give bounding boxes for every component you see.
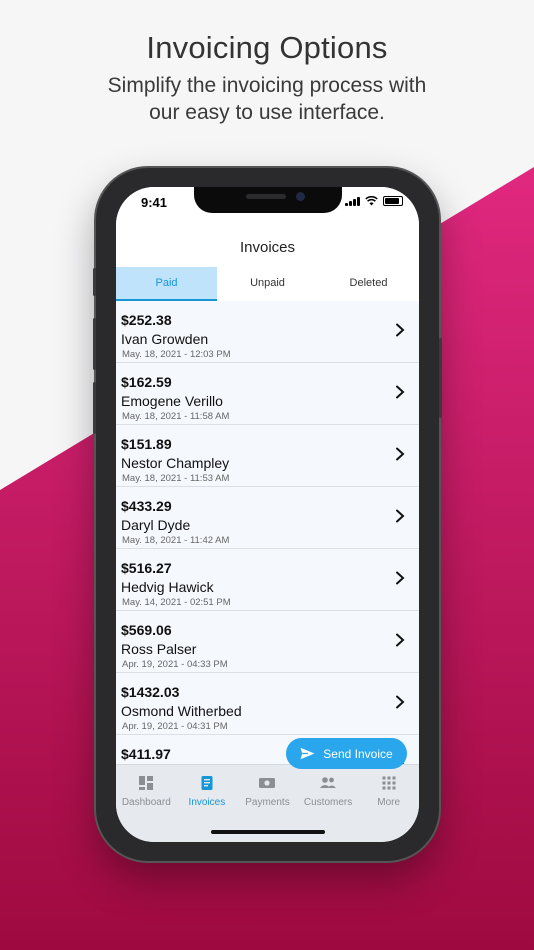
customer-name: Ivan Growden — [121, 331, 209, 347]
invoice-list: $252.38 Ivan Growden May. 18, 2021 - 12:… — [116, 301, 419, 797]
invoice-amount: $1432.03 — [121, 684, 180, 700]
tab-more[interactable]: More — [358, 765, 419, 842]
chevron-right-icon — [396, 695, 405, 709]
chevron-right-icon — [396, 571, 405, 585]
invoice-date: May. 18, 2021 - 11:53 AM — [122, 473, 230, 484]
speaker — [246, 194, 286, 199]
phone-screen: 9:41 Invoices Paid Unpaid Deleted $252.3… — [116, 187, 419, 842]
invoice-date: Apr. 19, 2021 - 04:33 PM — [122, 659, 228, 670]
front-camera — [296, 192, 305, 201]
tab-label: Dashboard — [121, 797, 171, 808]
chevron-right-icon — [396, 509, 405, 523]
invoice-icon — [201, 776, 213, 790]
payments-icon — [259, 778, 276, 788]
phone-frame: 9:41 Invoices Paid Unpaid Deleted $252.3… — [93, 168, 442, 861]
status-time: 9:41 — [141, 195, 168, 210]
invoice-status-tabs: Paid Unpaid Deleted — [116, 267, 419, 301]
wifi-icon — [365, 196, 378, 206]
send-invoice-label: Send Invoice — [323, 746, 393, 761]
customer-name: Osmond Witherbed — [121, 703, 242, 719]
tab-label: More — [377, 797, 401, 808]
chevron-right-icon — [396, 323, 405, 337]
invoice-row[interactable]: $151.89 Nestor Champley May. 18, 2021 - … — [116, 425, 419, 487]
invoice-amount: $433.29 — [121, 498, 172, 514]
invoice-row[interactable]: $569.06 Ross Palser Apr. 19, 2021 - 04:3… — [116, 611, 419, 673]
invoice-date: May. 14, 2021 - 02:51 PM — [122, 597, 231, 608]
customer-name: Emogene Verillo — [121, 393, 223, 409]
tab-unpaid[interactable]: Unpaid — [217, 267, 318, 301]
bottom-tab-bar: Dashboard Invoices Payments Customers Mo… — [116, 764, 419, 842]
invoice-amount: $252.38 — [121, 312, 172, 328]
subheadline-line-2: our easy to use interface. — [149, 101, 385, 124]
customer-name: Ross Palser — [121, 641, 197, 657]
phone-power-button — [439, 338, 442, 418]
nav-bar: Invoices — [116, 217, 419, 267]
tab-paid[interactable]: Paid — [116, 267, 217, 301]
invoice-amount: $162.59 — [121, 374, 172, 390]
chevron-right-icon — [396, 385, 405, 399]
chevron-right-icon — [396, 447, 405, 461]
invoice-date: May. 18, 2021 - 12:03 PM — [122, 349, 231, 360]
invoice-date: May. 18, 2021 - 11:42 AM — [122, 535, 230, 546]
invoice-row[interactable]: $162.59 Emogene Verillo May. 18, 2021 - … — [116, 363, 419, 425]
invoice-row[interactable]: $1432.03 Osmond Witherbed Apr. 19, 2021 … — [116, 673, 419, 735]
signal-icon — [345, 197, 360, 206]
phone-volume-up — [93, 318, 96, 370]
send-icon — [300, 747, 315, 760]
invoice-amount: $516.27 — [121, 560, 172, 576]
tab-label: Customers — [303, 797, 353, 808]
battery-icon — [383, 196, 403, 206]
invoice-row[interactable]: $516.27 Hedvig Hawick May. 14, 2021 - 02… — [116, 549, 419, 611]
tab-deleted[interactable]: Deleted — [318, 267, 419, 301]
tab-label: Invoices — [188, 797, 226, 808]
invoice-row[interactable]: $252.38 Ivan Growden May. 18, 2021 - 12:… — [116, 301, 419, 363]
customers-icon — [319, 777, 337, 788]
customer-name: Nestor Champley — [121, 455, 230, 471]
invoice-amount: $151.89 — [121, 436, 172, 452]
invoice-date: May. 18, 2021 - 11:58 AM — [122, 411, 230, 422]
subheadline-line-1: Simplify the invoicing process with — [107, 74, 427, 97]
dashboard-icon — [139, 776, 154, 790]
page-title: Invoices — [239, 239, 296, 256]
headline: Invoicing Options — [146, 30, 388, 65]
subheadline: Simplify the invoicing process with our … — [0, 72, 534, 126]
tab-dashboard[interactable]: Dashboard — [116, 765, 177, 842]
send-invoice-button[interactable]: Send Invoice — [286, 738, 407, 769]
customer-name: Daryl Dyde — [121, 517, 191, 533]
notch — [194, 187, 342, 213]
grid-icon — [382, 776, 396, 790]
customer-name: Hedvig Hawick — [121, 579, 214, 595]
phone-mute-switch — [93, 268, 96, 296]
chevron-right-icon — [396, 633, 405, 647]
home-indicator — [211, 830, 325, 834]
invoice-date: Apr. 19, 2021 - 04:31 PM — [122, 721, 228, 732]
invoice-amount: $411.97 — [121, 746, 171, 762]
phone-volume-down — [93, 382, 96, 434]
invoice-amount: $569.06 — [121, 622, 172, 638]
invoice-row[interactable]: $433.29 Daryl Dyde May. 18, 2021 - 11:42… — [116, 487, 419, 549]
tab-label: Payments — [245, 797, 290, 808]
